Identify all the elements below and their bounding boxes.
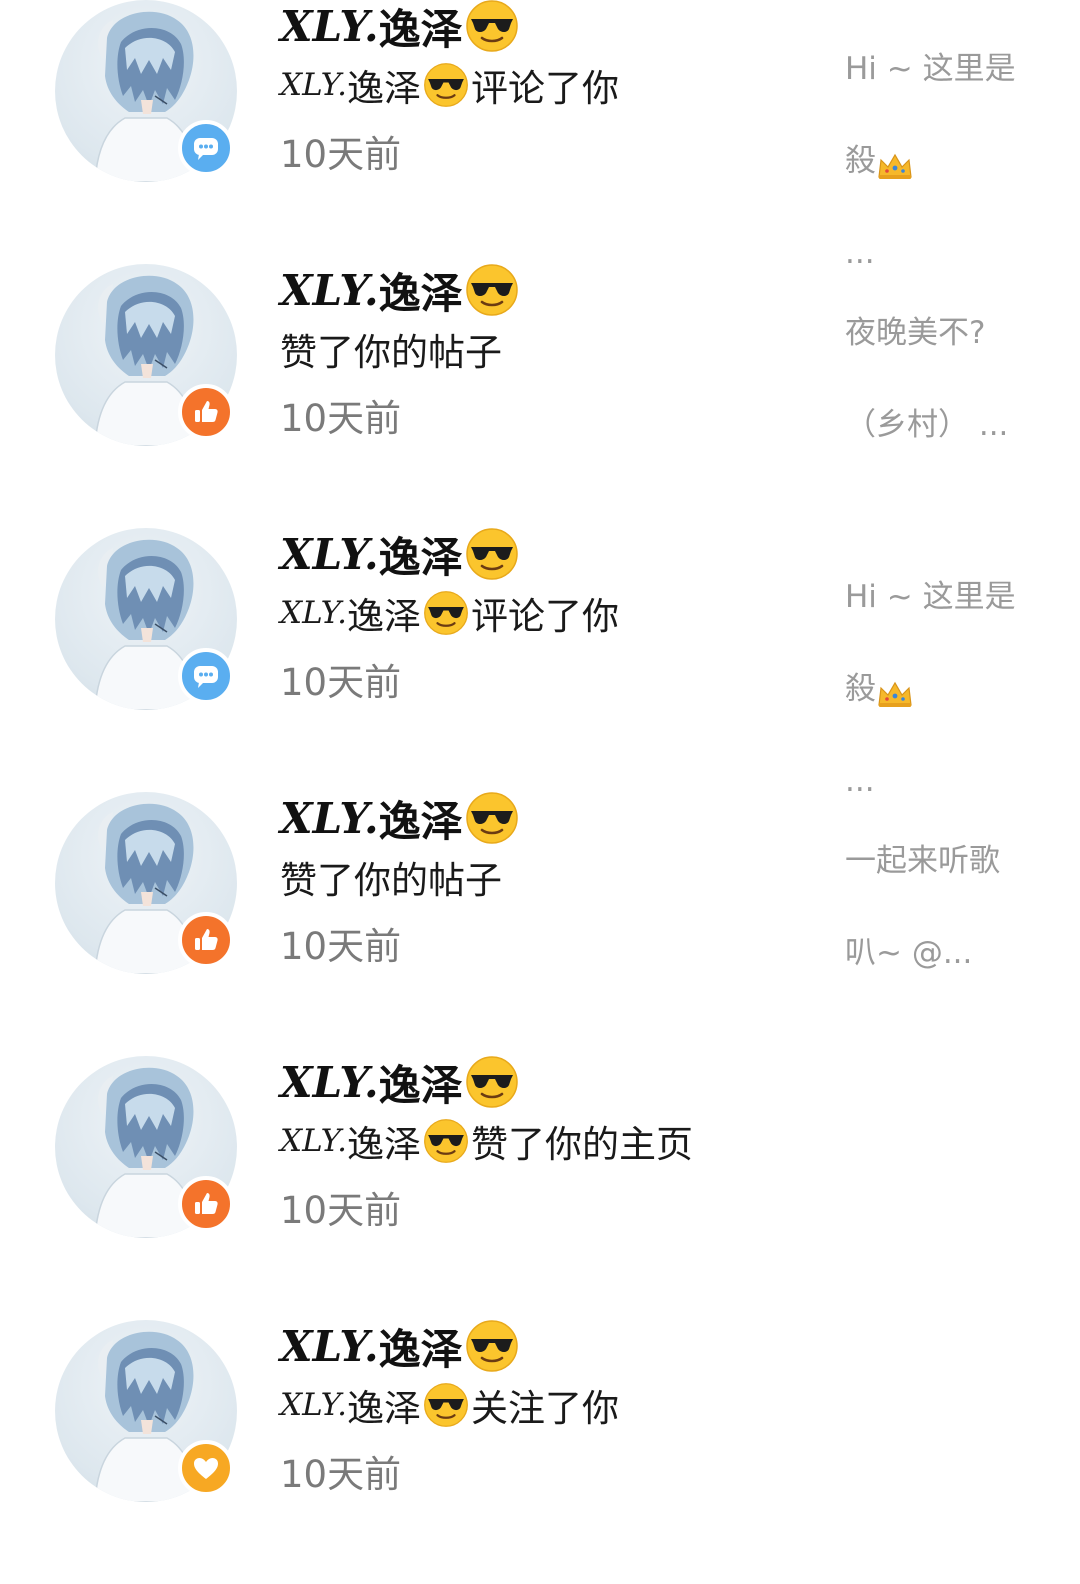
sunglasses-emoji-icon [423,1382,469,1428]
action-text: 赞了你的帖子 [280,859,502,902]
comment-icon [194,138,218,160]
like-badge [178,1176,234,1232]
action-text: XLY. 逸泽 评论了你 [280,60,619,110]
sunglasses-emoji-icon [465,0,519,53]
comment-badge [178,648,234,704]
notification-row[interactable]: XLY. 逸泽 XLY. 逸泽 关注了你 10天前 [0,1320,1080,1584]
user-name[interactable]: XLY. 逸泽 [280,1055,519,1110]
crown-emoji-icon [876,148,914,179]
timestamp: 10天前 [280,1453,402,1496]
notification-row[interactable]: XLY. 逸泽 XLY. 逸泽 评论了你 10天前 Hi ~ 这里是 殺 ... [0,0,1080,271]
notification-row[interactable]: XLY. 逸泽 赞了你的帖子 10天前 一起来听歌 叭~ @... [0,792,1080,1056]
action-text: XLY. 逸泽 关注了你 [280,1380,619,1430]
thumbs-up-icon [195,1193,218,1214]
timestamp: 10天前 [280,397,402,440]
sunglasses-emoji-icon [465,263,519,317]
thumbs-up-icon [195,929,218,950]
sunglasses-emoji-icon [465,791,519,845]
sunglasses-emoji-icon [423,590,469,636]
sunglasses-emoji-icon [465,527,519,581]
notification-row[interactable]: XLY. 逸泽 赞了你的帖子 10天前 夜晚美不? （乡村） ... [0,264,1080,528]
comment-badge [178,120,234,176]
crown-emoji-icon [876,676,914,707]
user-name[interactable]: XLY. 逸泽 [280,1319,519,1374]
user-name[interactable]: XLY. 逸泽 [280,263,519,318]
user-name[interactable]: XLY. 逸泽 [280,791,519,846]
notification-row[interactable]: XLY. 逸泽 XLY. 逸泽 赞了你的主页 10天前 [0,1056,1080,1320]
notification-row[interactable]: XLY. 逸泽 XLY. 逸泽 评论了你 10天前 Hi ~ 这里是 殺 ... [0,527,1080,799]
timestamp: 10天前 [280,661,402,704]
timestamp: 10天前 [280,1189,402,1232]
post-preview[interactable]: 夜晚美不? （乡村） ... [845,264,1025,494]
action-text: XLY. 逸泽 赞了你的主页 [280,1116,693,1166]
comment-icon [194,666,218,688]
timestamp: 10天前 [280,925,402,968]
sunglasses-emoji-icon [423,62,469,108]
follow-badge [178,1440,234,1496]
timestamp: 10天前 [280,133,402,176]
sunglasses-emoji-icon [465,1319,519,1373]
like-badge [178,912,234,968]
heart-icon [194,1458,218,1479]
action-text: XLY. 逸泽 评论了你 [280,588,619,638]
user-name[interactable]: XLY. 逸泽 [280,0,519,54]
sunglasses-emoji-icon [465,1055,519,1109]
thumbs-up-icon [195,401,218,422]
user-name[interactable]: XLY. 逸泽 [280,527,519,582]
post-preview[interactable]: 一起来听歌 叭~ @... [845,792,1025,1022]
sunglasses-emoji-icon [423,1118,469,1164]
like-badge [178,384,234,440]
action-text: 赞了你的帖子 [280,331,502,374]
